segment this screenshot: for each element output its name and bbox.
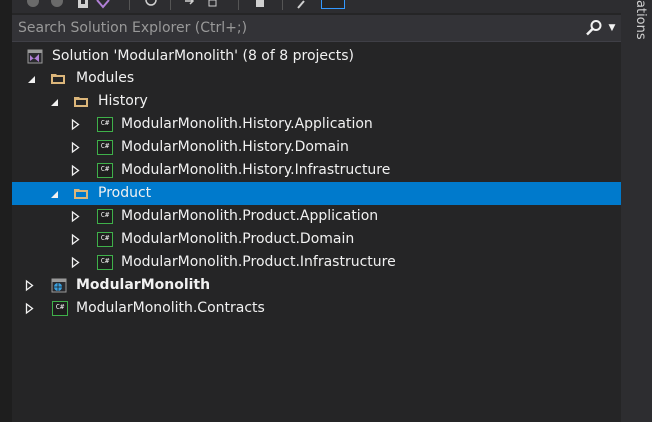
project-label: ModularMonolith.Product.Infrastructure [121,254,396,270]
refresh-icon[interactable] [206,0,220,9]
csharp-project-icon: C# [52,301,68,316]
home-icon[interactable] [76,0,90,9]
solution-label: Solution 'ModularMonolith' (8 of 8 proje… [52,48,354,64]
collapsed-arrow-icon[interactable] [24,274,36,297]
collapsed-arrow-icon[interactable] [70,136,82,159]
folder-label: Product [98,185,152,201]
expanded-arrow-icon[interactable] [49,90,61,113]
project-label: ModularMonolith.History.Infrastructure [121,162,391,178]
folder-open-icon [74,97,88,107]
folder-open-icon [74,189,88,199]
csharp-project-icon: C# [97,255,113,270]
project-label: ModularMonolith.History.Domain [121,139,349,155]
preview-selected-items-button[interactable] [321,0,345,9]
tree-item-history[interactable]: History [12,90,621,113]
tree-item-web-project[interactable]: ModularMonolith [12,274,621,297]
tree-item-project[interactable]: C# ModularMonolith.Product.Domain [12,228,621,251]
visual-studio-solution-icon [27,49,43,64]
forward-icon[interactable] [50,0,64,9]
project-label: ModularMonolith.History.Application [121,116,373,132]
csharp-project-icon: C# [97,209,113,224]
switch-views-icon[interactable] [96,0,110,9]
collapse-all-icon[interactable] [252,0,266,9]
folder-open-icon [51,74,65,84]
sync-icon[interactable] [144,0,158,9]
solution-tree: Solution 'ModularMonolith' (8 of 8 proje… [12,45,621,325]
csharp-project-icon: C# [97,140,113,155]
folder-label: Modules [76,70,135,86]
properties-icon[interactable] [295,0,309,9]
collapsed-arrow-icon[interactable] [70,159,82,182]
collapsed-arrow-icon[interactable] [70,205,82,228]
search-input[interactable] [12,15,578,41]
expanded-arrow-icon[interactable] [49,182,61,205]
search-icon[interactable] [585,19,603,37]
project-label: ModularMonolith [76,277,211,293]
web-project-icon [51,278,67,293]
side-tab-label[interactable]: ations [628,0,648,40]
tree-item-project[interactable]: C# ModularMonolith.History.Domain [12,136,621,159]
tree-item-modules[interactable]: Modules [12,67,621,90]
back-icon[interactable] [26,0,40,9]
tree-item-project[interactable]: C# ModularMonolith.Product.Infrastructur… [12,251,621,274]
project-label: ModularMonolith.Product.Application [121,208,379,224]
toolbar-separator [129,0,130,10]
csharp-project-icon: C# [97,163,113,178]
toolbar-separator [282,0,283,10]
pending-changes-icon[interactable] [184,0,198,9]
toolbar-separator [238,0,239,10]
csharp-project-icon: C# [97,232,113,247]
csharp-project-icon: C# [97,117,113,132]
collapsed-arrow-icon[interactable] [70,113,82,136]
tree-item-project[interactable]: C# ModularMonolith.Contracts [12,297,621,320]
search-box[interactable]: ▼ [12,15,621,42]
collapsed-arrow-icon[interactable] [24,297,36,320]
toolbar-separator [170,0,171,10]
collapsed-arrow-icon[interactable] [70,228,82,251]
folder-label: History [98,93,148,109]
solution-explorer-toolbar [12,0,621,13]
tree-item-project[interactable]: C# ModularMonolith.History.Application [12,113,621,136]
tree-item-project[interactable]: C# ModularMonolith.History.Infrastructur… [12,159,621,182]
tree-item-solution[interactable]: Solution 'ModularMonolith' (8 of 8 proje… [12,45,621,68]
project-label: ModularMonolith.Product.Domain [121,231,355,247]
tree-item-project[interactable]: C# ModularMonolith.Product.Application [12,205,621,228]
project-label: ModularMonolith.Contracts [76,300,265,316]
tree-item-product[interactable]: Product [12,182,621,205]
expanded-arrow-icon[interactable] [26,67,38,90]
editor-edge [0,0,12,422]
side-tool-strip [621,0,652,422]
collapsed-arrow-icon[interactable] [70,251,82,274]
search-options-dropdown[interactable]: ▼ [606,21,618,35]
